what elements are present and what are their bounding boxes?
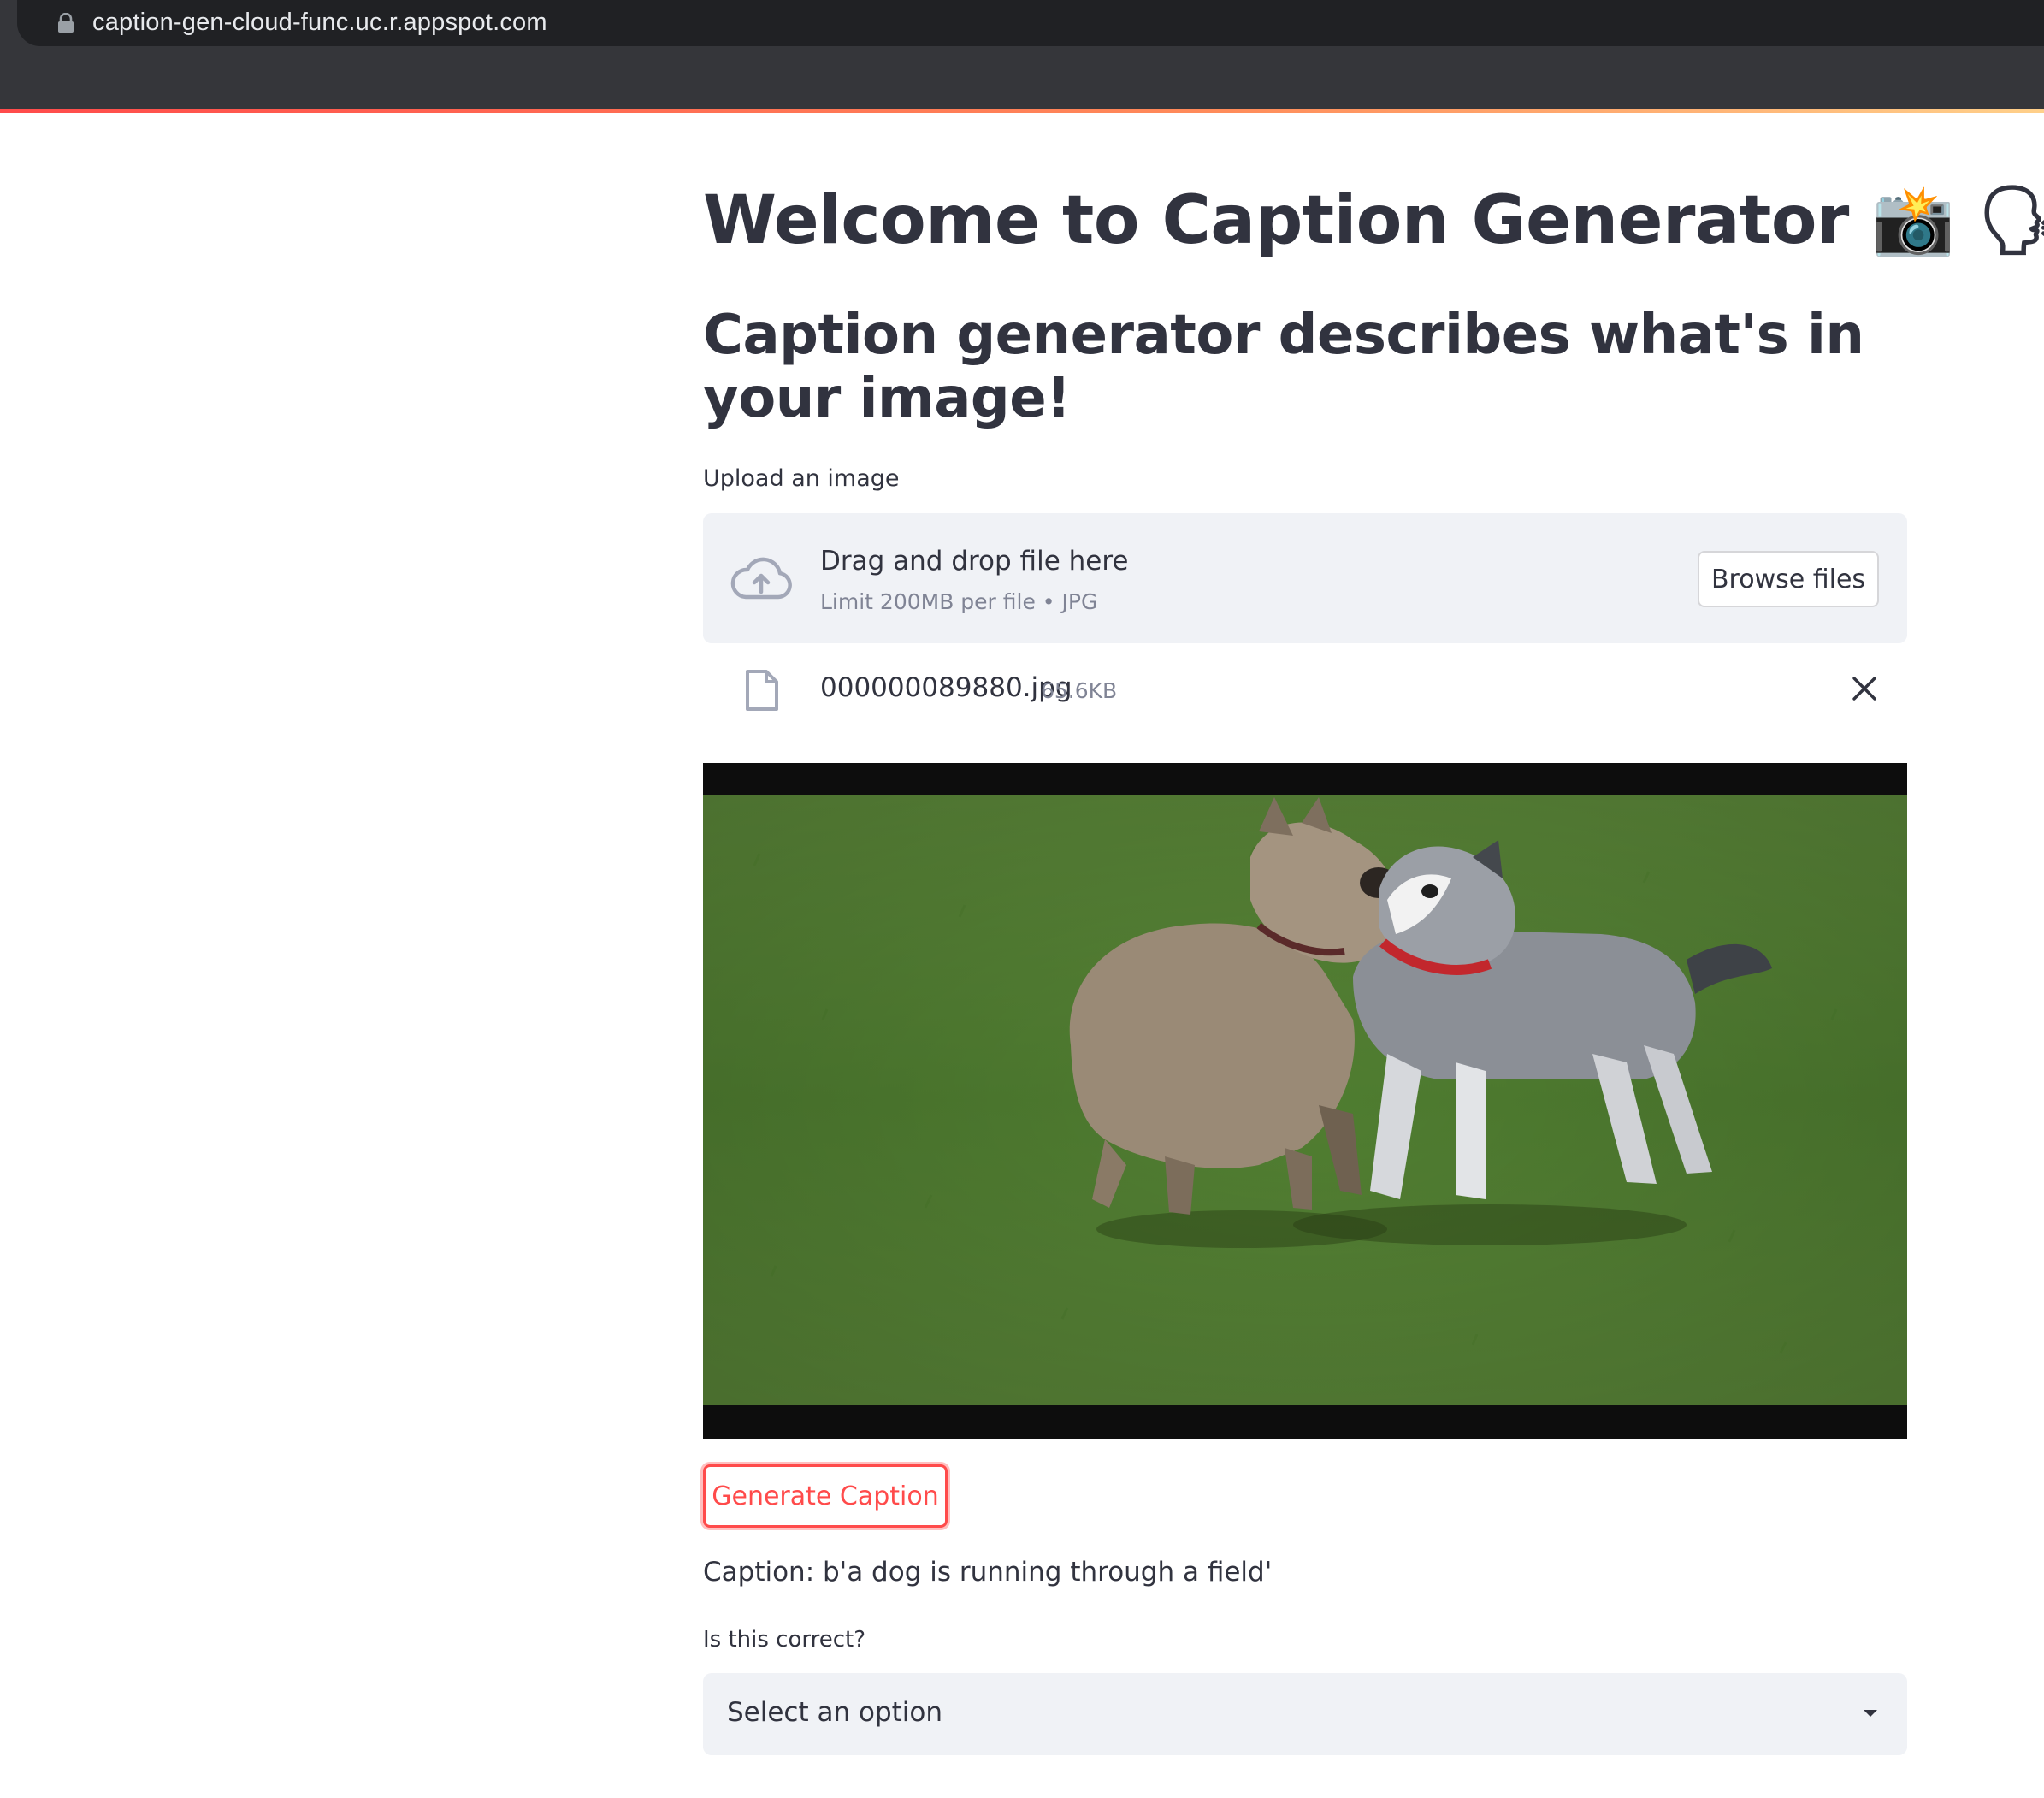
address-bar[interactable]: caption-gen-cloud-func.uc.r.appspot.com (17, 0, 2044, 46)
generate-caption-button[interactable]: Generate Caption (703, 1464, 948, 1528)
page-title: Welcome to Caption Generator 📸 🗣 (703, 182, 2044, 259)
file-icon (746, 670, 778, 711)
generated-caption: Caption: b'a dog is running through a fi… (703, 1557, 1273, 1588)
feedback-select-value: Select an option (727, 1697, 943, 1728)
uploaded-file-row: 000000089880.jpg 65.6KB (703, 660, 1907, 729)
dog-photo (703, 763, 1907, 1439)
url-text: caption-gen-cloud-func.uc.r.appspot.com (92, 9, 547, 36)
browser-toolbar: caption-gen-cloud-func.uc.r.appspot.com (0, 0, 2044, 109)
feedback-select[interactable]: Select an option (703, 1673, 1907, 1755)
file-dropzone[interactable]: Drag and drop file here Limit 200MB per … (703, 513, 1907, 643)
file-size: 65.6KB (1041, 678, 1118, 703)
close-icon[interactable] (1849, 673, 1880, 704)
lock-icon (58, 13, 74, 33)
page-subtitle: Caption generator describes what's in yo… (703, 304, 1864, 430)
uploaded-image-preview (703, 763, 1907, 1439)
app-decoration-bar (0, 109, 2044, 113)
file-name: 000000089880.jpg (820, 672, 1072, 703)
dropzone-limit: Limit 200MB per file • JPG (820, 589, 1098, 614)
chevron-down-icon (1864, 1710, 1877, 1717)
cloud-upload-icon (730, 557, 792, 600)
upload-label: Upload an image (703, 465, 900, 492)
browse-files-button[interactable]: Browse files (1698, 551, 1879, 607)
dropzone-instructions: Drag and drop file here (820, 546, 1129, 577)
feedback-label: Is this correct? (703, 1627, 866, 1653)
